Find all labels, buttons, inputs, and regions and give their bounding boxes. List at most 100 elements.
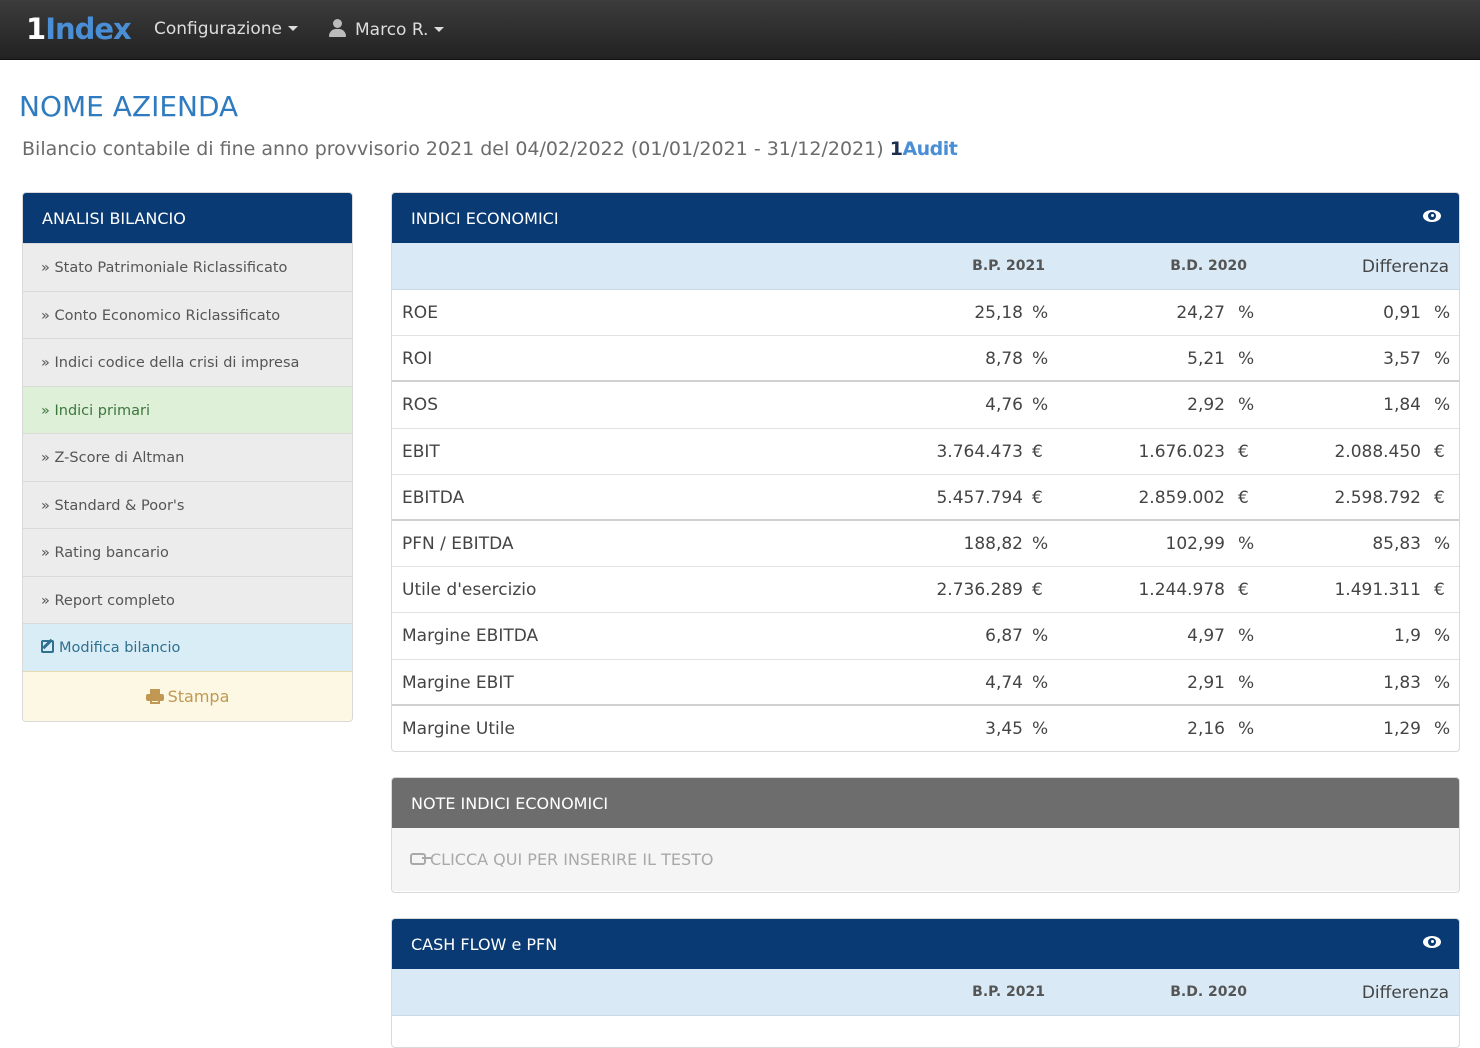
unit-differenza: % xyxy=(1434,672,1451,693)
table-row: PFN / EBITDA 188,82% 102,99% 85,83% xyxy=(392,521,1459,568)
table-row: ROE 25,18% 24,27% 0,91% xyxy=(392,290,1459,337)
unit-bp2021: € xyxy=(1032,487,1043,508)
indici-economici-panel: INDICI ECONOMICI B.P. 2021 B.D. 2020 Dif… xyxy=(391,192,1460,752)
indici-panel-header: INDICI ECONOMICI xyxy=(392,193,1459,243)
unit-bp2021: € xyxy=(1032,580,1043,601)
unit-differenza: € xyxy=(1434,580,1445,601)
sidebar-item-rating-bancario[interactable]: » Rating bancario xyxy=(23,528,352,576)
unit-bd2020: € xyxy=(1238,487,1249,508)
print-icon xyxy=(145,688,164,704)
unit-differenza: % xyxy=(1434,303,1451,323)
cashflow-panel-title: CASH FLOW e PFN xyxy=(411,935,558,954)
unit-differenza: % xyxy=(1434,626,1451,647)
row-label: Margine Utile xyxy=(402,718,515,739)
value-bp2021: 8,78 xyxy=(985,349,1023,370)
unit-bp2021: % xyxy=(1032,395,1049,416)
table-header: B.P. 2021 B.D. 2020 Differenza xyxy=(392,243,1459,290)
unit-bp2021: % xyxy=(1032,718,1049,739)
value-differenza: 0,91 xyxy=(1383,303,1421,323)
value-bp2021: 2.736.289 xyxy=(936,580,1023,601)
unit-bd2020: % xyxy=(1238,672,1255,693)
edit-icon xyxy=(41,640,54,653)
sidebar-item-stato-patrimoniale[interactable]: » Stato Patrimoniale Riclassificato xyxy=(23,243,352,291)
config-dropdown[interactable]: Configurazione xyxy=(154,19,299,39)
table-row: Utile d'esercizio 2.736.289 €1.244.978 €1.4… xyxy=(392,567,1459,614)
unit-bd2020: € xyxy=(1238,441,1249,462)
subtitle-text: Bilancio contabile di fine anno provviso… xyxy=(22,138,884,160)
row-label: Utile d'esercizio xyxy=(402,580,537,601)
sidebar-item-report-completo[interactable]: » Report completo xyxy=(23,575,352,623)
unit-differenza: € xyxy=(1434,487,1445,508)
edit-balance-label: Modifica bilancio xyxy=(59,640,181,656)
unit-bd2020: % xyxy=(1238,718,1255,739)
sidebar-item-conto-economico[interactable]: » Conto Economico Riclassificato xyxy=(23,290,352,338)
brand-one: 1 xyxy=(26,12,46,46)
sidebar-item-indici-crisi[interactable]: » Indici codice della crisi di impresa xyxy=(23,338,352,386)
value-bd2020: 5,21 xyxy=(1187,349,1225,370)
value-bp2021: 6,87 xyxy=(985,626,1023,647)
value-bd2020: 4,97 xyxy=(1187,626,1225,647)
unit-bd2020: % xyxy=(1238,303,1255,323)
value-bp2021: 3.764.473 xyxy=(936,441,1023,462)
value-bd2020: 2,92 xyxy=(1187,395,1225,416)
value-differenza: 1.491.311 xyxy=(1334,580,1421,601)
unit-differenza: € xyxy=(1434,441,1445,462)
indici-panel-title: INDICI ECONOMICI xyxy=(411,209,559,228)
unit-bd2020: € xyxy=(1238,580,1249,601)
row-label: EBIT xyxy=(402,441,440,462)
value-differenza: 1,29 xyxy=(1383,718,1421,739)
note-panel-title: NOTE INDICI ECONOMICI xyxy=(411,794,609,813)
brand-logo[interactable]: 1Index xyxy=(26,12,132,46)
unit-bp2021: % xyxy=(1032,672,1049,693)
unit-differenza: % xyxy=(1434,395,1451,416)
unit-differenza: % xyxy=(1434,533,1451,554)
table-row: Margine EBITDA 6,87% 4,97% 1,9% xyxy=(392,613,1459,660)
value-differenza: 1,84 xyxy=(1383,395,1421,416)
page-subtitle: Bilancio contabile di fine anno provviso… xyxy=(22,138,958,160)
unit-differenza: % xyxy=(1434,718,1451,739)
value-differenza: 2.088.450 xyxy=(1334,441,1421,462)
value-bp2021: 5.457.794 xyxy=(936,487,1023,508)
print-label: Stampa xyxy=(167,686,230,706)
sidebar-item-z-score[interactable]: » Z-Score di Altman xyxy=(23,433,352,481)
row-label: ROI xyxy=(402,349,433,370)
table-row: EBIT 3.764.473 €1.676.023 €2.088.450 € xyxy=(392,429,1459,475)
config-label: Configurazione xyxy=(154,19,283,39)
note-panel: NOTE INDICI ECONOMICI CLICCA QUI PER INS… xyxy=(391,777,1460,893)
value-bd2020: 2,16 xyxy=(1187,718,1225,739)
chevron-down-icon xyxy=(434,27,445,32)
table-row: Margine EBIT 4,74% 2,91% 1,83% xyxy=(392,660,1459,706)
col-header-bd2020: B.D. 2020 xyxy=(1170,984,1247,1000)
user-label: Marco R. xyxy=(355,20,429,40)
edit-balance-button[interactable]: Modifica bilancio xyxy=(23,623,352,671)
indici-table-body: ROE 25,18% 24,27% 0,91% ROI 8,78% 5,21% 3,57% RO… xyxy=(392,290,1459,751)
value-bd2020: 1.676.023 xyxy=(1138,441,1225,462)
print-button[interactable]: Stampa xyxy=(23,670,352,721)
eye-icon[interactable] xyxy=(1423,210,1441,222)
note-text-area[interactable]: CLICCA QUI PER INSERIRE IL TESTO xyxy=(392,828,1459,891)
value-differenza: 1,83 xyxy=(1383,672,1421,693)
chevron-down-icon xyxy=(288,26,299,31)
sidebar-item-standard-poors[interactable]: » Standard & Poor's xyxy=(23,480,352,528)
cashflow-panel-header: CASH FLOW e PFN xyxy=(392,919,1459,969)
value-bp2021: 4,74 xyxy=(985,672,1023,693)
unit-bd2020: % xyxy=(1238,533,1255,554)
top-navbar: 1Index Configurazione Marco R. xyxy=(0,0,1480,60)
row-label: ROE xyxy=(402,303,438,323)
note-panel-header: NOTE INDICI ECONOMICI xyxy=(392,778,1459,828)
user-dropdown[interactable]: Marco R. xyxy=(329,19,445,40)
value-differenza: 3,57 xyxy=(1383,349,1421,370)
eye-icon[interactable] xyxy=(1423,936,1441,948)
value-bd2020: 2,91 xyxy=(1187,672,1225,693)
unit-bd2020: % xyxy=(1238,626,1255,647)
row-label: Margine EBIT xyxy=(402,672,514,693)
row-label: ROS xyxy=(402,395,438,416)
col-header-differenza: Differenza xyxy=(1361,983,1449,1003)
value-bp2021: 25,18 xyxy=(974,303,1023,323)
audit-logo[interactable]: 1Audit xyxy=(890,138,958,160)
table-header: B.P. 2021 B.D. 2020 Differenza xyxy=(392,969,1459,1016)
row-label: Margine EBITDA xyxy=(402,626,539,647)
value-bd2020: 1.244.978 xyxy=(1138,580,1225,601)
sidebar-item-indici-primari[interactable]: » Indici primari xyxy=(23,385,352,433)
col-header-bp2021: B.P. 2021 xyxy=(972,258,1045,274)
